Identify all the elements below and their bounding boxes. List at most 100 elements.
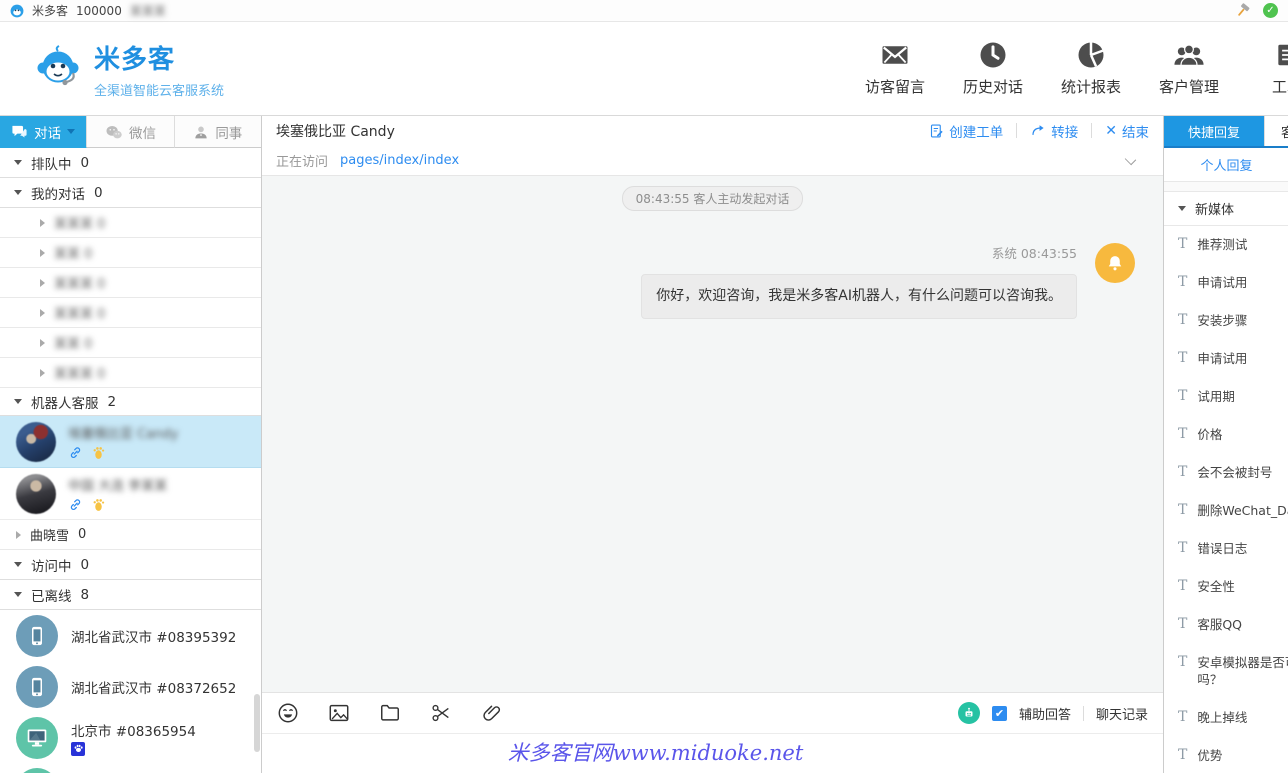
- quick-reply-item[interactable]: T安装步骤: [1164, 302, 1288, 340]
- online-status-icon[interactable]: ✓: [1263, 3, 1278, 18]
- emoji-icon[interactable]: [277, 702, 299, 724]
- caret-right-icon: [40, 339, 45, 347]
- tab-colleagues[interactable]: 同事: [175, 116, 261, 148]
- agent-row[interactable]: 某某 0: [0, 328, 261, 358]
- system-bell-avatar-icon: [1095, 243, 1135, 283]
- nav-visitor-messages[interactable]: 访客留言: [856, 40, 934, 97]
- titlebar-account-id: 100000: [76, 4, 122, 18]
- titlebar-user-name: 某某某: [130, 2, 166, 19]
- app-header: 米多客 全渠道智能云客服系统 访客留言 历史对话 统计报表 客户管理 工单: [0, 22, 1288, 115]
- transfer-arrow-icon: [1030, 123, 1046, 138]
- watermark: 米多客官网www.miduoke.net: [508, 734, 804, 772]
- caret-down-icon: [14, 562, 22, 567]
- footprint-icon: [92, 498, 105, 512]
- quick-reply-item[interactable]: T客服QQ: [1164, 606, 1288, 644]
- nav-statistics[interactable]: 统计报表: [1052, 40, 1130, 97]
- sidebar-tabs: 对话 微信 同事: [0, 116, 261, 148]
- section-offline[interactable]: 已离线 8: [0, 580, 261, 610]
- text-snippet-icon: T: [1178, 274, 1187, 290]
- ai-robot-icon[interactable]: [958, 702, 980, 724]
- agent-row[interactable]: 某某 0: [0, 238, 261, 268]
- visitor-name: 埃塞俄比亚 Candy: [276, 121, 395, 141]
- text-snippet-icon: T: [1178, 236, 1187, 252]
- caret-right-icon: [40, 249, 45, 257]
- tab-wechat[interactable]: 微信: [87, 116, 174, 148]
- text-snippet-icon: T: [1178, 747, 1187, 763]
- quick-reply-item[interactable]: T申请试用: [1164, 340, 1288, 378]
- section-queue[interactable]: 排队中 0: [0, 148, 261, 178]
- quick-reply-item[interactable]: T会不会被封号: [1164, 454, 1288, 492]
- agent-row[interactable]: 某某某 0: [0, 268, 261, 298]
- caret-down-icon: [14, 190, 22, 195]
- mail-icon: [879, 40, 911, 70]
- text-snippet-icon: T: [1178, 426, 1187, 442]
- people-icon: [1172, 40, 1206, 70]
- quick-reply-item[interactable]: T安全性: [1164, 568, 1288, 606]
- offline-visitor-row[interactable]: 湖北省武汉市 #08395392: [0, 610, 261, 661]
- image-icon[interactable]: [328, 702, 350, 724]
- tab-quick-reply[interactable]: 快捷回复: [1164, 116, 1264, 146]
- quick-reply-tabs: 快捷回复 客户信息: [1164, 116, 1288, 148]
- paperclip-icon[interactable]: [481, 702, 503, 724]
- text-snippet-icon: T: [1178, 464, 1187, 480]
- agent-row[interactable]: 某某某 0: [0, 208, 261, 238]
- section-robot-service[interactable]: 机器人客服 2: [0, 388, 261, 416]
- quick-reply-item[interactable]: T优势: [1164, 737, 1288, 773]
- transfer-button[interactable]: 转接: [1030, 121, 1078, 141]
- visiting-page-link[interactable]: pages/index/index: [340, 153, 459, 168]
- mobile-device-icon: [16, 666, 58, 708]
- divider: [1091, 123, 1092, 138]
- close-x-icon: ✕: [1105, 123, 1117, 139]
- brand-name: 米多客: [94, 39, 224, 76]
- quick-reply-item[interactable]: T推荐测试: [1164, 226, 1288, 264]
- caret-right-icon: [40, 309, 45, 317]
- quick-reply-item[interactable]: T安卓模拟器是否可以 吗？: [1164, 644, 1288, 699]
- baidu-paw-icon: [71, 742, 85, 756]
- agent-row[interactable]: 某某某 0: [0, 358, 261, 388]
- offline-visitor-row[interactable]: 北京市 #08365954: [0, 712, 261, 763]
- tab-customer-info[interactable]: 客户信息: [1264, 116, 1288, 146]
- section-visiting[interactable]: 访问中 0: [0, 550, 261, 580]
- tab-dialog[interactable]: 对话: [0, 116, 87, 148]
- end-chat-button[interactable]: ✕ 结束: [1105, 121, 1149, 141]
- text-snippet-icon: T: [1178, 578, 1187, 594]
- quick-reply-item[interactable]: T晚上掉线: [1164, 699, 1288, 737]
- caret-right-icon: [16, 531, 21, 539]
- quick-reply-item[interactable]: T错误日志: [1164, 530, 1288, 568]
- section-new-media[interactable]: 新媒体: [1164, 191, 1288, 226]
- section-my-dialogs[interactable]: 我的对话 0: [0, 178, 261, 208]
- chat-history-button[interactable]: 聊天记录: [1096, 704, 1148, 723]
- hammer-icon[interactable]: [1234, 2, 1251, 19]
- offline-visitor-row-partial[interactable]: [0, 763, 261, 773]
- conversation-item-selected[interactable]: 埃塞俄比亚 Candy: [0, 416, 261, 468]
- agent-row-quxiaoxue[interactable]: 曲晓雪 0: [0, 520, 261, 550]
- scissors-icon[interactable]: [430, 702, 452, 724]
- nav-workorder[interactable]: 工单: [1248, 40, 1288, 97]
- chat-header: 埃塞俄比亚 Candy 创建工单 转接 ✕ 结束: [262, 116, 1163, 145]
- offline-visitor-row[interactable]: 湖北省武汉市 #08372652: [0, 661, 261, 712]
- quick-reply-item[interactable]: T申请试用: [1164, 264, 1288, 302]
- divider: [1016, 123, 1017, 138]
- panel-gap: [1164, 182, 1288, 191]
- create-workorder-button[interactable]: 创建工单: [929, 121, 1003, 141]
- text-snippet-icon: T: [1178, 540, 1187, 556]
- quick-reply-item[interactable]: T试用期: [1164, 378, 1288, 416]
- assist-answer-checkbox[interactable]: ✔: [992, 706, 1007, 721]
- conversation-item[interactable]: 中国 大连 李某某: [0, 468, 261, 520]
- nav-history-chats[interactable]: 历史对话: [954, 40, 1032, 97]
- message-meta: 系统 08:43:55: [992, 243, 1077, 262]
- avatar: [16, 422, 56, 462]
- quick-reply-item[interactable]: T删除WeChat_Data: [1164, 492, 1288, 530]
- subtab-personal-reply[interactable]: 个人回复: [1164, 148, 1288, 182]
- chevron-down-icon[interactable]: [1125, 154, 1136, 165]
- nav-customer-management[interactable]: 客户管理: [1150, 40, 1228, 97]
- assist-answer-label: 辅助回答: [1019, 704, 1071, 723]
- link-icon: [68, 445, 83, 460]
- caret-right-icon: [40, 369, 45, 377]
- agent-row[interactable]: 某某某 0: [0, 298, 261, 328]
- text-snippet-icon: T: [1178, 654, 1187, 670]
- quick-reply-item[interactable]: T价格: [1164, 416, 1288, 454]
- sidebar-scrollbar[interactable]: [254, 694, 260, 752]
- message-input-area[interactable]: 米多客官网www.miduoke.net: [262, 733, 1163, 773]
- folder-icon[interactable]: [379, 702, 401, 724]
